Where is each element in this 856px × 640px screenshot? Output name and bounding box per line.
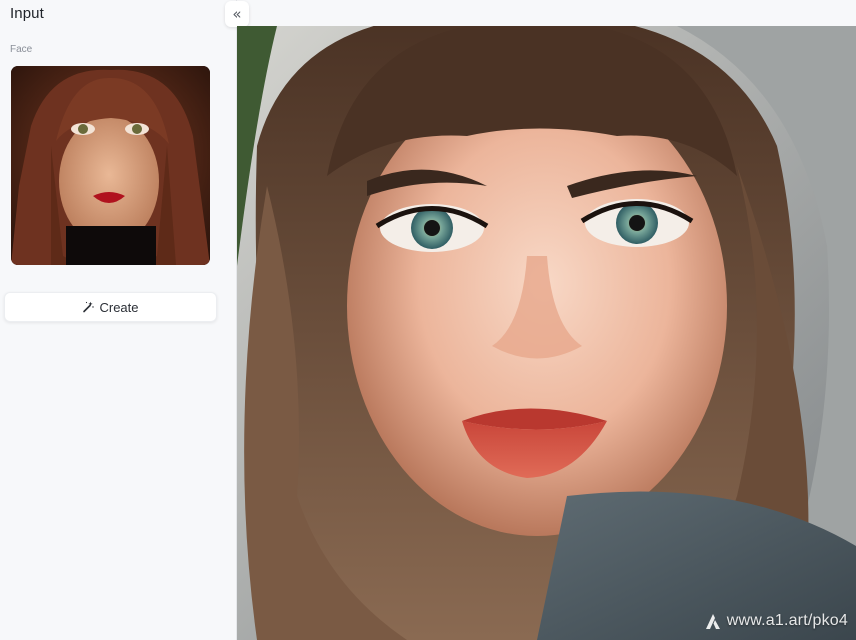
panel-title: Input [10, 5, 44, 22]
create-button-label: Create [99, 299, 139, 315]
face-thumbnail[interactable] [11, 66, 210, 265]
magic-wand-icon [82, 301, 95, 313]
a1-logo-icon [705, 612, 721, 630]
result-image: www.a1.art/pko4 [237, 26, 856, 640]
face-section-label: Face [10, 44, 33, 55]
create-button[interactable]: Create [4, 292, 217, 322]
input-panel: Input Face Create [0, 0, 237, 640]
watermark: www.a1.art/pko4 [705, 612, 848, 630]
double-chevron-left-icon: « [232, 5, 242, 23]
watermark-text: www.a1.art/pko4 [726, 612, 848, 629]
collapse-sidebar-button[interactable]: « [225, 1, 249, 27]
